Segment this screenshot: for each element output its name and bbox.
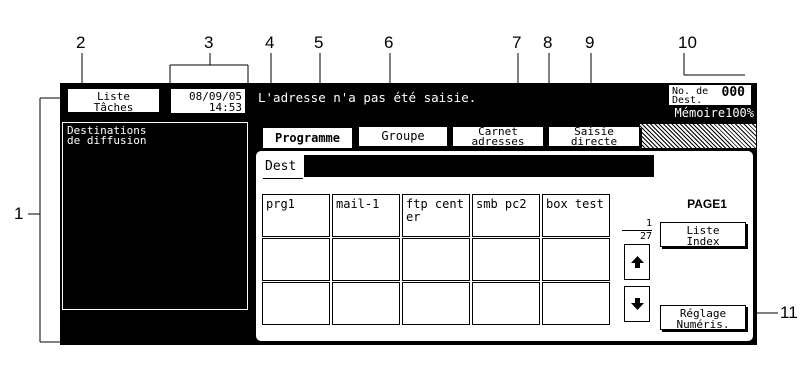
- destination-cell[interactable]: box test: [542, 194, 610, 237]
- index-list-button[interactable]: Liste Index: [660, 222, 746, 247]
- destination-cell[interactable]: [472, 238, 540, 281]
- time-text: 14:53: [208, 101, 242, 114]
- page-label: PAGE1: [687, 197, 727, 211]
- destination-cell[interactable]: [262, 282, 330, 325]
- destination-cell[interactable]: smb pc2: [472, 194, 540, 237]
- destination-cell[interactable]: mail-1: [332, 194, 400, 237]
- dest-field[interactable]: [304, 155, 654, 177]
- tab-saisie-directe[interactable]: Saisie directe: [548, 126, 640, 147]
- scan-settings-label-2: Numéris.: [676, 318, 730, 331]
- tab-groupe-label: Groupe: [381, 129, 425, 143]
- page-up-button[interactable]: [624, 244, 650, 280]
- tab-groupe[interactable]: Groupe: [358, 126, 448, 147]
- destination-cell[interactable]: [332, 282, 400, 325]
- tab-programme-label: Programme: [274, 131, 341, 145]
- tab-programme[interactable]: Programme: [261, 126, 354, 150]
- destination-cell[interactable]: [542, 282, 610, 325]
- status-message: L'adresse n'a pas été saisie.: [258, 90, 477, 105]
- dest-count-value: 000: [721, 85, 745, 100]
- tab-carnet-adresses[interactable]: Carnet adresses: [452, 126, 544, 147]
- destination-cell[interactable]: ftp center: [402, 194, 470, 237]
- dest-field-label: Dest: [265, 159, 297, 174]
- tab-bar-background: [640, 124, 756, 148]
- broadcast-title-2: de diffusion: [67, 134, 147, 147]
- broadcast-destinations-panel: Destinations de diffusion: [62, 122, 248, 310]
- page-current: 1: [645, 218, 652, 229]
- dest-count-box: No. de Dest. 000: [668, 84, 752, 106]
- dest-field-underline: [263, 178, 303, 179]
- page-down-button[interactable]: [624, 286, 650, 322]
- job-list-button[interactable]: Liste Tâches: [67, 88, 160, 113]
- destination-cell[interactable]: [472, 282, 540, 325]
- destination-cell[interactable]: [402, 238, 470, 281]
- destination-cell[interactable]: [332, 238, 400, 281]
- job-list-label-2: Tâches: [93, 101, 134, 114]
- index-list-label-2: Index: [686, 235, 720, 248]
- tab-saisie-label-2: directe: [570, 135, 618, 148]
- page-total: 27: [639, 231, 652, 242]
- destination-cell[interactable]: prg1: [262, 194, 330, 237]
- scan-settings-button[interactable]: Réglage Numéris.: [660, 305, 746, 330]
- memory-indicator: Mémoire100%: [674, 106, 754, 120]
- arrow-down-icon: [630, 298, 644, 310]
- destination-cell[interactable]: [542, 238, 610, 281]
- date-time-display: 08/09/05 14:53: [170, 88, 246, 114]
- destination-cell[interactable]: [402, 282, 470, 325]
- arrow-up-icon: [630, 256, 644, 268]
- destination-cell[interactable]: [262, 238, 330, 281]
- tab-carnet-label-2: adresses: [471, 135, 525, 148]
